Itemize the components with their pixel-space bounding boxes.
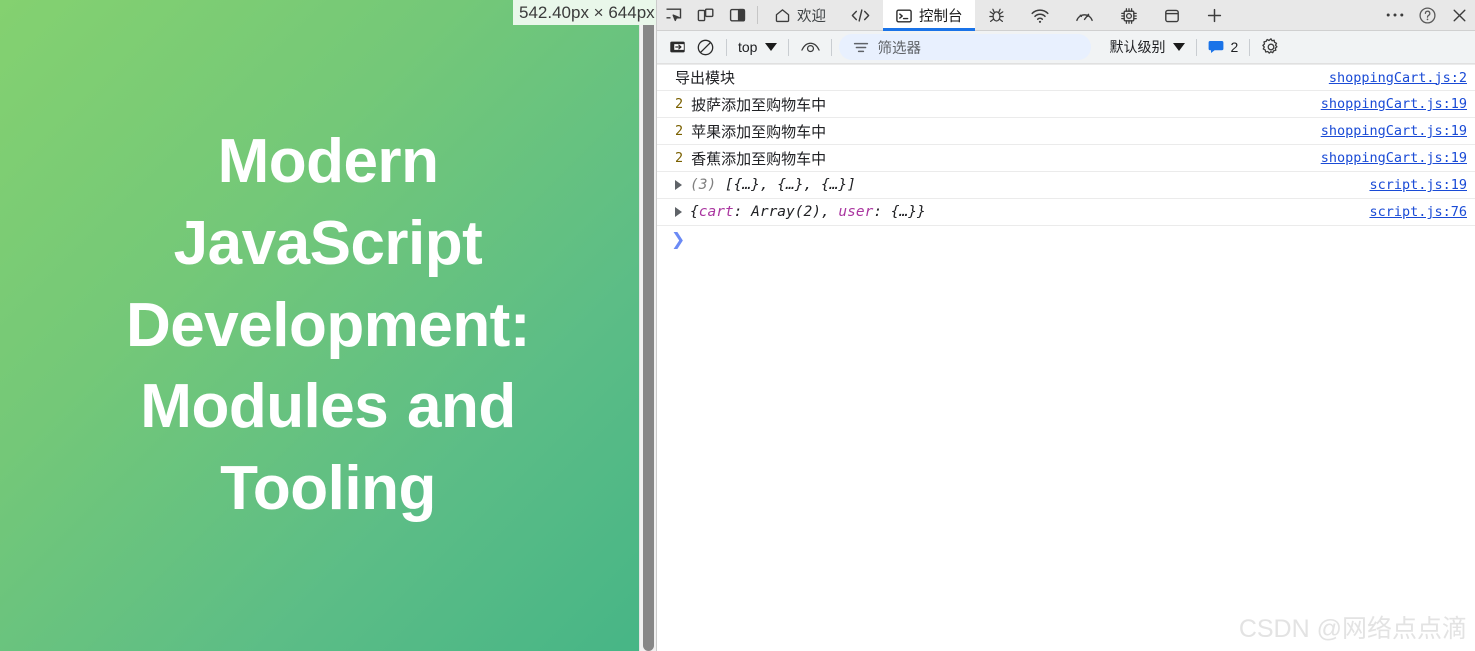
console-source-link[interactable]: shoppingCart.js:19 <box>1321 150 1467 166</box>
console-input-prompt[interactable]: ❯ <box>657 226 1475 254</box>
chevron-down-icon <box>1173 43 1186 51</box>
devtools-panel: 欢迎 控制台 top 筛选器 默认级别 2 导出模块 shoppingCart.… <box>656 0 1475 651</box>
console-source-link[interactable]: script.js:76 <box>1369 204 1467 220</box>
toolbar-separator-3 <box>831 38 833 56</box>
console-source-link[interactable]: shoppingCart.js:19 <box>1321 96 1467 112</box>
toolbar-separator-2 <box>788 38 790 56</box>
page-vertical-scrollbar[interactable] <box>639 0 656 651</box>
message-count-badge[interactable]: 2 <box>1204 39 1242 55</box>
console-object-preview[interactable]: {cart: Array(2), user: {…}} <box>690 204 926 220</box>
tabstrip-right-actions <box>1370 0 1475 30</box>
execution-context-label: top <box>738 39 758 55</box>
log-level-label: 默认级别 <box>1109 39 1166 55</box>
console-repeat-count: 2 <box>675 123 684 139</box>
help-icon[interactable] <box>1411 0 1443 31</box>
tab-console-label: 控制台 <box>919 9 963 25</box>
console-row-content: {cart: Array(2), user: {…}} <box>675 204 1369 220</box>
tab-welcome[interactable]: 欢迎 <box>762 0 838 31</box>
console-row[interactable]: {cart: Array(2), user: {…}} script.js:76 <box>657 199 1475 226</box>
hero-section: Modern JavaScript Development: Modules a… <box>0 0 656 651</box>
toolbar-separator-5 <box>1249 38 1251 56</box>
tab-welcome-label: 欢迎 <box>797 9 826 25</box>
expand-triangle-icon[interactable] <box>675 207 682 217</box>
toolbar-separator-1 <box>726 38 727 56</box>
message-bubble-icon <box>1208 40 1224 54</box>
debugger-bug-icon <box>987 6 1006 25</box>
console-source-link[interactable]: script.js:19 <box>1369 177 1467 193</box>
page-title: Modern JavaScript Development: Modules a… <box>126 126 530 524</box>
page-preview-pane: Modern JavaScript Development: Modules a… <box>0 0 656 651</box>
no-issues-block-icon[interactable] <box>691 34 719 60</box>
log-level-selector[interactable]: 默认级别 <box>1105 37 1189 57</box>
console-row-content: (3) [{…}, {…}, {…}] <box>675 177 1369 193</box>
close-devtools-icon[interactable] <box>1443 0 1475 31</box>
live-expression-eye-icon[interactable] <box>796 34 824 60</box>
console-row[interactable]: 导出模块 shoppingCart.js:2 <box>657 64 1475 91</box>
prompt-chevron-icon: ❯ <box>671 230 686 250</box>
console-message-text: 苹果添加至购物车中 <box>691 123 827 141</box>
message-count-label: 2 <box>1230 39 1239 55</box>
console-row[interactable]: (3) [{…}, {…}, {…}] script.js:19 <box>657 172 1475 199</box>
settings-gear-icon[interactable] <box>1257 34 1285 60</box>
console-message-text: 香蕉添加至购物车中 <box>691 150 827 168</box>
tab-network[interactable] <box>1018 0 1062 31</box>
console-repeat-count: 2 <box>675 96 684 112</box>
network-wifi-icon <box>1030 7 1050 25</box>
tab-application[interactable] <box>1151 0 1193 31</box>
filter-icon <box>853 41 869 54</box>
console-log-area[interactable]: 导出模块 shoppingCart.js:2 2 披萨添加至购物车中 shopp… <box>657 64 1475 651</box>
tab-memory[interactable] <box>1107 0 1151 31</box>
tab-elements[interactable] <box>838 0 883 31</box>
console-row[interactable]: 2 苹果添加至购物车中 shoppingCart.js:19 <box>657 118 1475 145</box>
console-filter-input[interactable]: 筛选器 <box>839 34 1092 60</box>
clear-console-icon[interactable] <box>663 34 691 60</box>
tab-debugger[interactable] <box>975 0 1018 31</box>
devtools-tabstrip: 欢迎 控制台 <box>657 0 1475 31</box>
memory-chip-icon <box>1119 6 1139 26</box>
screenshot-root: Modern JavaScript Development: Modules a… <box>0 0 1475 651</box>
home-icon <box>774 7 791 24</box>
more-options-icon[interactable] <box>1379 0 1411 31</box>
application-storage-icon <box>1163 7 1181 25</box>
console-row[interactable]: 2 披萨添加至购物车中 shoppingCart.js:19 <box>657 91 1475 118</box>
add-tab-plus-icon <box>1205 6 1224 25</box>
console-icon <box>895 7 913 25</box>
console-filter-placeholder: 筛选器 <box>877 40 921 57</box>
performance-gauge-icon <box>1074 7 1095 25</box>
tab-performance[interactable] <box>1062 0 1107 31</box>
execution-context-selector[interactable]: top <box>734 39 781 55</box>
console-repeat-count: 2 <box>675 150 684 166</box>
inspect-element-icon[interactable] <box>657 0 689 31</box>
console-source-link[interactable]: shoppingCart.js:19 <box>1321 123 1467 139</box>
console-source-link[interactable]: shoppingCart.js:2 <box>1329 70 1467 86</box>
tab-console[interactable]: 控制台 <box>883 0 975 31</box>
console-row-content: 2 香蕉添加至购物车中 <box>675 148 1321 169</box>
console-object-preview[interactable]: (3) [{…}, {…}, {…}] <box>690 177 856 193</box>
toolbar-separator-4 <box>1196 38 1198 56</box>
page-scrollbar-thumb[interactable] <box>643 12 654 651</box>
console-message-text: 导出模块 <box>675 70 736 87</box>
device-toolbar-icon[interactable] <box>689 0 721 31</box>
console-row-content: 2 苹果添加至购物车中 <box>675 121 1321 142</box>
tabstrip-separator <box>757 6 758 24</box>
dock-side-icon[interactable] <box>721 0 753 31</box>
console-row[interactable]: 2 香蕉添加至购物车中 shoppingCart.js:19 <box>657 145 1475 172</box>
chevron-down-icon <box>765 43 778 51</box>
console-toolbar: top 筛选器 默认级别 2 <box>657 31 1475 64</box>
elements-code-icon <box>850 7 871 24</box>
console-row-content: 导出模块 <box>675 67 1329 88</box>
console-row-content: 2 披萨添加至购物车中 <box>675 94 1321 115</box>
expand-triangle-icon[interactable] <box>675 180 682 190</box>
tab-add-panel[interactable] <box>1193 0 1236 31</box>
console-message-text: 披萨添加至购物车中 <box>691 96 827 114</box>
element-size-tooltip: 542.40px × 644px <box>513 0 656 25</box>
